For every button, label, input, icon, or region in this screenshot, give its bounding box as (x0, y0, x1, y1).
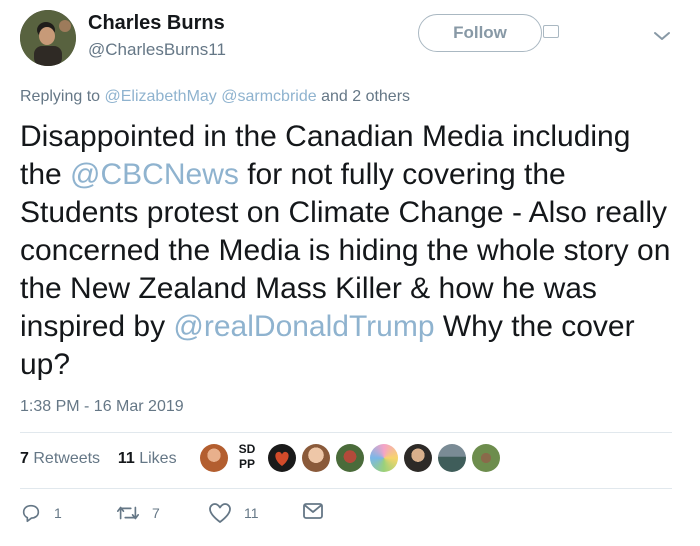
chevron-down-icon[interactable] (652, 30, 672, 42)
heart-icon (209, 503, 231, 523)
liker-avatar[interactable] (336, 444, 364, 472)
replying-prefix: Replying to (20, 88, 101, 105)
liker-avatar-initials[interactable]: SD PP (232, 442, 262, 472)
reply-count: 1 (54, 505, 62, 521)
mention-link[interactable]: @CBCNews (70, 158, 239, 191)
follow-button[interactable]: Follow (418, 14, 542, 52)
divider (20, 432, 672, 433)
direct-message-button[interactable] (302, 502, 336, 520)
retweet-button[interactable]: 7 (116, 502, 160, 524)
liker-avatar[interactable] (438, 444, 466, 472)
envelope-icon (303, 503, 323, 519)
engagement-stats: 7 Retweets 11 Likes (20, 450, 177, 468)
liker-avatar[interactable] (370, 444, 398, 472)
like-button[interactable]: 11 (208, 502, 259, 524)
tweet-header: Charles Burns @CharlesBurns11 Follow (20, 10, 680, 70)
mention-link[interactable]: @realDonaldTrump (173, 310, 434, 343)
retweets-stat[interactable]: 7 Retweets (20, 450, 100, 467)
retweet-count: 7 (152, 505, 160, 521)
reply-icon (22, 504, 40, 523)
liker-avatar[interactable] (302, 444, 330, 472)
tweet-actions: 1 7 11 (20, 502, 680, 532)
tweet-timestamp[interactable]: 1:38 PM - 16 Mar 2019 (20, 398, 184, 416)
divider (20, 488, 672, 489)
retweet-icon (117, 506, 139, 520)
reply-button[interactable]: 1 (20, 502, 62, 524)
follow-badge-icon (543, 25, 559, 38)
mention-link[interactable]: @ElizabethMay (105, 88, 217, 105)
liker-avatar[interactable] (268, 444, 296, 472)
like-count: 11 (244, 505, 259, 521)
replying-to: Replying to @ElizabethMay @sarmcbride an… (20, 88, 410, 106)
mention-link[interactable]: @sarmcbride (221, 88, 316, 105)
likes-stat[interactable]: 11 Likes (118, 450, 177, 467)
heart-icon (275, 451, 289, 466)
author-handle[interactable]: @CharlesBurns11 (88, 40, 226, 60)
tweet-text: Disappointed in the Canadian Media inclu… (20, 118, 680, 384)
avatar-photo (20, 10, 76, 66)
replying-suffix[interactable]: and 2 others (321, 88, 410, 105)
author-avatar[interactable] (20, 10, 76, 66)
liker-avatar[interactable] (472, 444, 500, 472)
liker-avatar[interactable] (404, 444, 432, 472)
liker-avatar[interactable] (200, 444, 228, 472)
author-name[interactable]: Charles Burns (88, 12, 225, 35)
